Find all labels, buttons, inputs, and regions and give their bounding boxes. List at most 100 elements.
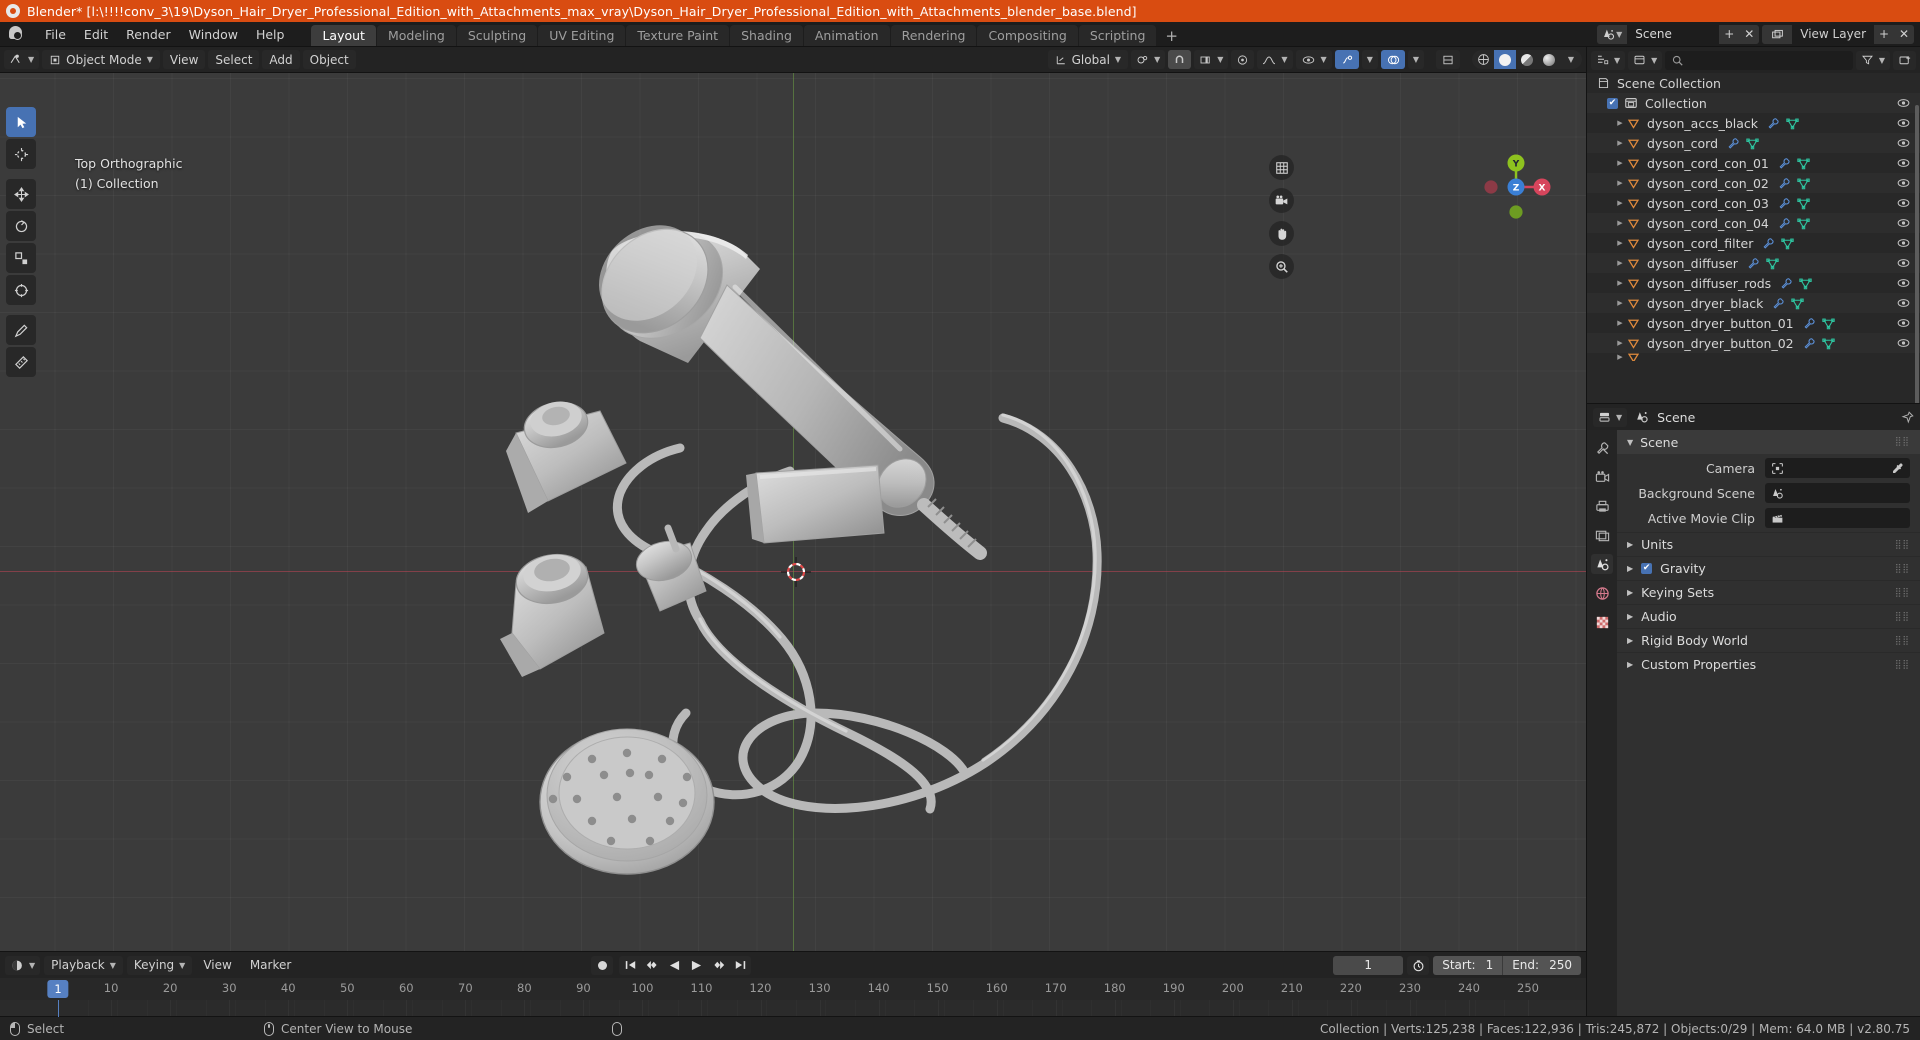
modifier-wrench-icon[interactable] [1772,297,1785,310]
visibility-selector[interactable]: ▼ [1295,50,1332,69]
object-mesh-icon[interactable] [1627,297,1640,310]
expand-triangle-icon[interactable]: ▶ [1615,179,1625,187]
output-printer-icon[interactable] [1591,496,1613,516]
outliner-row-object[interactable]: ▶ dyson_cord_con_02 [1587,173,1920,193]
pivot-point-selector[interactable]: ▼ [1131,50,1166,69]
snap-options-selector[interactable]: ▼ [1194,50,1229,69]
object-mesh-icon[interactable] [1627,257,1640,270]
viewport-menu-object[interactable]: Object [302,50,356,69]
expand-triangle-icon[interactable]: ▶ [1615,139,1625,147]
expand-triangle-icon[interactable]: ▶ [1615,279,1625,287]
wireframe-shading-icon[interactable] [1472,50,1494,69]
modifier-wrench-icon[interactable] [1762,237,1775,250]
outliner-row-object[interactable]: ▶ dyson_diffuser_rods [1587,273,1920,293]
unlink-scene-button[interactable]: ✕ [1739,24,1760,44]
object-mesh-icon[interactable] [1627,137,1640,150]
modifier-wrench-icon[interactable] [1778,217,1791,230]
interaction-mode-selector[interactable]: Object Mode ▼ [42,50,160,69]
object-mesh-icon[interactable] [1627,177,1640,190]
viewlayer-icon[interactable] [1762,24,1793,44]
expand-triangle-icon[interactable]: ▶ [1615,339,1625,347]
eye-visibility-icon[interactable] [1897,178,1910,189]
object-mesh-icon[interactable] [1627,337,1640,350]
rendered-shading-icon[interactable] [1538,50,1560,69]
mesh-data-icon[interactable] [1746,137,1759,150]
object-mesh-icon[interactable] [1627,353,1640,361]
scale-tool[interactable] [6,243,36,273]
camera-field[interactable] [1765,458,1910,478]
outliner-row-object[interactable]: ▶ dyson_cord [1587,133,1920,153]
transform-orientation-selector[interactable]: Global ▼ [1047,50,1129,69]
camera-view-icon[interactable] [1269,188,1294,213]
accordion-gravity[interactable]: ▶ ✔ Gravity ⣿⣿ [1617,556,1920,580]
viewport-menu-add[interactable]: Add [262,50,300,69]
mesh-data-icon[interactable] [1797,157,1810,170]
object-mesh-icon[interactable] [1627,217,1640,230]
blender-menu-icon[interactable] [8,26,24,42]
modifier-wrench-icon[interactable] [1767,117,1780,130]
play-reverse-icon[interactable] [663,956,685,975]
grid-toggle-icon[interactable] [1269,155,1294,180]
active-movie-clip-field[interactable] [1765,508,1910,528]
mesh-data-icon[interactable] [1781,237,1795,250]
mesh-data-icon[interactable] [1797,177,1810,190]
new-view-layer-button[interactable]: + [1874,24,1894,44]
outliner-row-object[interactable]: ▶ dyson_cord_con_01 [1587,153,1920,173]
gizmo-toggle[interactable] [1334,50,1359,69]
filter-icon[interactable]: ▼ [1855,50,1890,70]
eyedropper-icon[interactable] [1891,462,1904,475]
modifier-wrench-icon[interactable] [1778,157,1791,170]
modifier-wrench-icon[interactable] [1780,277,1793,290]
object-mesh-icon[interactable] [1627,197,1640,210]
modifier-wrench-icon[interactable] [1803,337,1816,350]
remove-view-layer-button[interactable]: ✕ [1894,24,1914,44]
background-scene-field[interactable] [1765,483,1910,503]
tab-shading[interactable]: Shading [730,25,803,46]
timeline-editor-icon[interactable]: ▼ [5,955,41,975]
modifier-wrench-icon[interactable] [1747,257,1760,270]
expand-triangle-icon[interactable]: ▶ [1615,239,1625,247]
scene-cone-icon[interactable] [1591,554,1613,574]
jump-to-prev-keyframe-icon[interactable] [641,956,663,975]
modifier-wrench-icon[interactable] [1778,197,1791,210]
outliner-row-object[interactable]: ▶ dyson_accs_black [1587,113,1920,133]
outliner-row-object[interactable]: ▶ dyson_dryer_black [1587,293,1920,313]
tab-compositing[interactable]: Compositing [977,25,1078,46]
collection-checkbox[interactable]: ✔ [1607,97,1618,109]
timeline-menu-playback[interactable]: Playback ▼ [44,955,123,975]
accordion-keying-sets[interactable]: ▶ Keying Sets ⣿⣿ [1617,580,1920,604]
eye-visibility-icon[interactable] [1897,258,1910,269]
proportional-edit-toggle[interactable] [1231,50,1255,69]
mesh-data-icon[interactable] [1799,277,1812,290]
expand-triangle-icon[interactable]: ▶ [1615,119,1625,127]
menu-help[interactable]: Help [247,24,294,45]
outliner-row-object[interactable]: ▶ dyson_diffuser [1587,253,1920,273]
jump-to-next-keyframe-icon[interactable] [707,956,729,975]
outliner-row-object[interactable]: ▶ dyson_dryer_button_01 [1587,313,1920,333]
outliner-row-partial[interactable]: ▶ [1587,353,1920,361]
add-workspace-button[interactable]: + [1157,25,1186,46]
world-globe-icon[interactable] [1591,583,1613,603]
snap-toggle[interactable] [1168,50,1192,69]
viewport-menu-select[interactable]: Select [208,50,260,69]
modifier-wrench-icon[interactable] [1803,317,1816,330]
expand-triangle-icon[interactable]: ▶ [1615,259,1625,267]
accordion-rigid-body-world[interactable]: ▶ Rigid Body World ⣿⣿ [1617,628,1920,652]
mesh-data-icon[interactable] [1797,217,1810,230]
navigation-gizmo[interactable]: Y Z X [1480,151,1552,223]
view-layer-images-icon[interactable] [1591,525,1613,545]
mesh-data-icon[interactable] [1766,257,1779,270]
mesh-data-icon[interactable] [1821,337,1835,350]
play-icon[interactable] [685,956,707,975]
outliner-row-object[interactable]: ▶ dyson_cord_filter [1587,233,1920,253]
scene-icon[interactable]: ▼ [1597,24,1628,44]
eye-visibility-icon[interactable] [1897,278,1910,289]
tab-uv-editing[interactable]: UV Editing [538,25,626,46]
transform-tool[interactable] [6,275,36,305]
object-mesh-icon[interactable] [1627,317,1640,330]
overlays-options-selector[interactable]: ▼ [1407,50,1424,69]
timeline-track-area[interactable] [0,1000,1586,1017]
outliner-row-object[interactable]: ▶ dyson_cord_con_03 [1587,193,1920,213]
end-frame-field[interactable]: End: 250 [1503,956,1581,975]
annotate-tool[interactable] [6,315,36,345]
